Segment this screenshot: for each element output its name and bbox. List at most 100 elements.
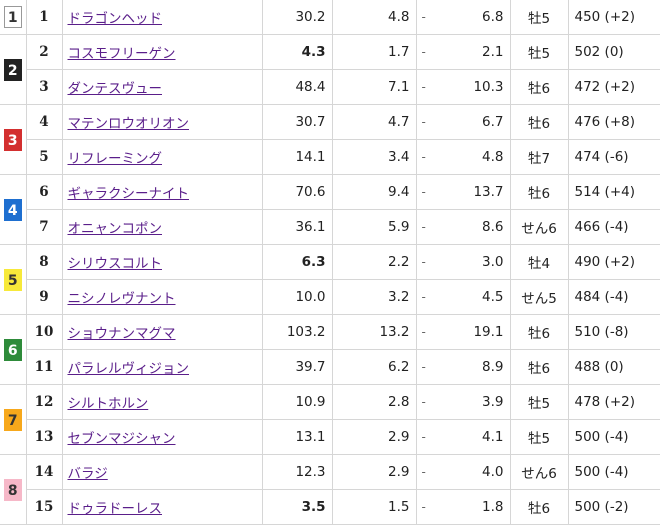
win-odds: 12.3 — [261, 454, 333, 490]
place-odds-high: 1.8 — [482, 499, 504, 515]
win-odds: 103.2 — [261, 314, 333, 350]
horse-name-link[interactable]: バラジ — [68, 466, 108, 482]
horse-name-link[interactable]: オニャンコポン — [68, 221, 163, 237]
range-separator: - — [421, 115, 426, 129]
horse-name-link[interactable]: ドゥラドーレス — [68, 501, 163, 517]
horse-number: 3 — [26, 69, 63, 105]
horse-number: 12 — [25, 384, 63, 420]
place-odds-low: 4.7 — [331, 104, 417, 140]
place-odds-low: 3.2 — [331, 279, 417, 315]
waku-badge: 3 — [3, 128, 22, 151]
horse-name-cell: ギャラクシーナイト — [61, 174, 263, 210]
win-odds: 30.2 — [261, 0, 333, 35]
range-separator: - — [421, 465, 426, 479]
horse-name-link[interactable]: ショウナンマグマ — [68, 326, 176, 342]
range-separator: - — [421, 500, 426, 514]
horse-name-link[interactable]: セブンマジシャン — [68, 431, 176, 447]
waku-badge: 2 — [3, 58, 22, 81]
place-odds-high: 8.9 — [482, 359, 504, 375]
horse-name-link[interactable]: ギャラクシーナイト — [68, 186, 190, 202]
horse-name-cell: ショウナンマグマ — [61, 314, 263, 350]
place-odds-high-cell: - 4.0 — [415, 454, 511, 490]
range-separator: - — [421, 80, 426, 94]
horse-name-link[interactable]: シリウスコルト — [68, 256, 163, 272]
place-odds-low: 3.4 — [331, 139, 417, 175]
body-weight: 484 (-4) — [567, 279, 660, 315]
place-odds-high: 10.3 — [473, 79, 504, 95]
place-odds-high-cell: - 19.1 — [415, 314, 511, 350]
place-odds-low: 2.8 — [331, 384, 417, 420]
table-row: 7 12 シルトホルン 10.9 2.8- 3.9 牡5 478 (+2) — [0, 384, 660, 455]
horse-number: 1 — [25, 0, 63, 35]
waku-cell: 2 — [0, 34, 27, 105]
place-odds-low: 2.9 — [331, 454, 417, 490]
place-odds-high-cell: - 10.3 — [415, 69, 511, 105]
horse-name-link[interactable]: ニシノレヴナント — [68, 291, 176, 307]
horse-number: 7 — [26, 209, 63, 245]
place-odds-low: 13.2 — [331, 314, 417, 350]
horse-name-cell: ドゥラドーレス — [61, 489, 263, 525]
place-odds-high: 4.1 — [482, 429, 504, 445]
table-row: 7 オニャンコポン 36.1 5.9- 8.6 せん6 466 (-4) — [0, 209, 660, 245]
horse-name-cell: パラレルヴィジョン — [61, 349, 263, 385]
horse-name-cell: コスモフリーゲン — [61, 34, 263, 70]
place-odds-low: 4.8 — [331, 0, 417, 35]
horse-name-link[interactable]: リフレーミング — [68, 151, 163, 167]
place-odds-high: 19.1 — [473, 324, 504, 340]
range-separator: - — [421, 255, 426, 269]
horse-name-link[interactable]: マテンロウオリオン — [68, 116, 190, 132]
waku-badge: 1 — [3, 6, 22, 28]
win-odds: 3.5 — [261, 489, 333, 525]
place-odds-high-cell: - 4.1 — [415, 419, 511, 455]
place-odds-high: 4.0 — [482, 464, 504, 480]
table-row: 8 14 バラジ 12.3 2.9- 4.0 せん6 500 (-4) — [0, 454, 660, 525]
waku-badge: 4 — [3, 198, 22, 221]
horse-name-cell: マテンロウオリオン — [61, 104, 263, 140]
range-separator: - — [421, 45, 426, 59]
place-odds-high: 4.5 — [482, 289, 504, 305]
odds-table: 1 1 ドラゴンヘッド 30.2 4.8-6.8 牡5 450 (+2) 2 2 コスモフリーゲン… — [0, 0, 660, 525]
body-weight: 500 (-4) — [567, 419, 660, 455]
range-separator: - — [421, 360, 426, 374]
table-row: 2 2 コスモフリーゲン 4.3 1.7- 2.1 牡5 502 (0) — [0, 34, 660, 105]
horse-name-link[interactable]: パラレルヴィジョン — [68, 361, 190, 377]
body-weight: 472 (+2) — [567, 69, 660, 105]
table-row: 11 パラレルヴィジョン 39.7 6.2- 8.9 牡6 488 (0) — [0, 349, 660, 385]
horse-name-link[interactable]: ダンテスヴュー — [68, 81, 163, 97]
odds-table-body: 1 1 ドラゴンヘッド 30.2 4.8-6.8 牡5 450 (+2) 2 2 コスモフリーゲン… — [0, 0, 660, 525]
body-weight: 474 (-6) — [567, 139, 660, 175]
win-odds: 36.1 — [261, 209, 333, 245]
horse-name-link[interactable]: シルトホルン — [68, 396, 149, 412]
horse-name-link[interactable]: コスモフリーゲン — [68, 46, 176, 62]
win-odds: 6.3 — [261, 244, 333, 280]
win-odds: 30.7 — [261, 104, 333, 140]
place-odds-high-cell: - 6.8 — [415, 0, 511, 35]
waku-badge: 5 — [3, 268, 22, 291]
sex-age: 牡6 — [509, 104, 569, 140]
horse-name-cell: ニシノレヴナント — [61, 279, 263, 315]
place-odds-high-cell: - 6.7 — [415, 104, 511, 140]
win-odds: 10.9 — [261, 384, 333, 420]
place-odds-high: 3.9 — [482, 394, 504, 410]
waku-cell: 7 — [0, 384, 27, 455]
place-odds-high-cell: - 8.9 — [415, 349, 511, 385]
sex-age: 牡6 — [509, 349, 569, 385]
range-separator: - — [421, 185, 426, 199]
horse-number: 2 — [25, 34, 63, 70]
place-odds-high: 6.8 — [482, 9, 504, 25]
place-odds-low: 1.5 — [331, 489, 417, 525]
horse-number: 6 — [25, 174, 63, 210]
table-row: 5 リフレーミング 14.1 3.4- 4.8 牡7 474 (-6) — [0, 139, 660, 175]
place-odds-low: 2.9 — [331, 419, 417, 455]
sex-age: 牡7 — [509, 139, 569, 175]
table-row: 3 ダンテスヴュー 48.4 7.1- 10.3 牡6 472 (+2) — [0, 69, 660, 105]
horse-name-link[interactable]: ドラゴンヘッド — [68, 11, 163, 27]
horse-number: 11 — [26, 349, 63, 385]
horse-name-cell: オニャンコポン — [61, 209, 263, 245]
place-odds-low: 1.7 — [331, 34, 417, 70]
place-odds-high: 6.7 — [482, 114, 504, 130]
table-row: 13 セブンマジシャン 13.1 2.9- 4.1 牡5 500 (-4) — [0, 419, 660, 455]
place-odds-low: 5.9 — [331, 209, 417, 245]
waku-badge: 7 — [3, 408, 22, 431]
horse-name-cell: バラジ — [61, 454, 263, 490]
